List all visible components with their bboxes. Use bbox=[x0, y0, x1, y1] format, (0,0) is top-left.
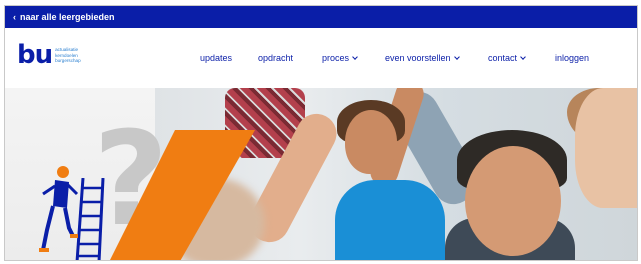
menu-item-label: inloggen bbox=[555, 53, 590, 63]
student-figure bbox=[575, 88, 637, 208]
menu-item-inloggen[interactable]: inloggen bbox=[555, 53, 589, 63]
climbing-person-illustration bbox=[39, 166, 79, 252]
ladder-illustration bbox=[75, 178, 105, 260]
menu-item-label: updates bbox=[200, 53, 233, 63]
orange-stripe-illustration bbox=[110, 130, 255, 260]
chevron-down-icon bbox=[520, 53, 526, 60]
top-bar: ‹ naar alle leergebieden bbox=[5, 6, 637, 28]
back-link[interactable]: ‹ naar alle leergebieden bbox=[13, 12, 115, 22]
menu-item-opdracht[interactable]: opdracht bbox=[258, 53, 293, 63]
student-shirt bbox=[335, 180, 445, 260]
browser-frame: ‹ naar alle leergebieden bu actualisatie… bbox=[4, 5, 638, 261]
menu-item-updates[interactable]: updates bbox=[200, 53, 232, 63]
back-link-label: naar alle leergebieden bbox=[20, 12, 115, 22]
main-navigation: bu actualisatie kerndoelen burgerschap u… bbox=[5, 28, 637, 88]
chevron-down-icon bbox=[453, 53, 460, 60]
menu-item-label: opdracht bbox=[258, 53, 294, 63]
menu-item-label: contact bbox=[488, 53, 518, 63]
chevron-left-icon: ‹ bbox=[13, 11, 16, 22]
chevron-down-icon bbox=[352, 53, 358, 60]
menu-item-label: even voorstellen bbox=[385, 53, 451, 63]
student-head bbox=[345, 110, 397, 174]
menu-item-even-voorstellen[interactable]: even voorstellen bbox=[385, 53, 460, 63]
student-head bbox=[465, 146, 561, 256]
hero-banner: ? bbox=[5, 88, 637, 260]
menu-item-label: proces bbox=[322, 53, 350, 63]
menu: updates opdracht proces even voorstellen… bbox=[5, 28, 637, 88]
menu-item-contact[interactable]: contact bbox=[488, 53, 526, 63]
menu-item-proces[interactable]: proces bbox=[322, 53, 358, 63]
